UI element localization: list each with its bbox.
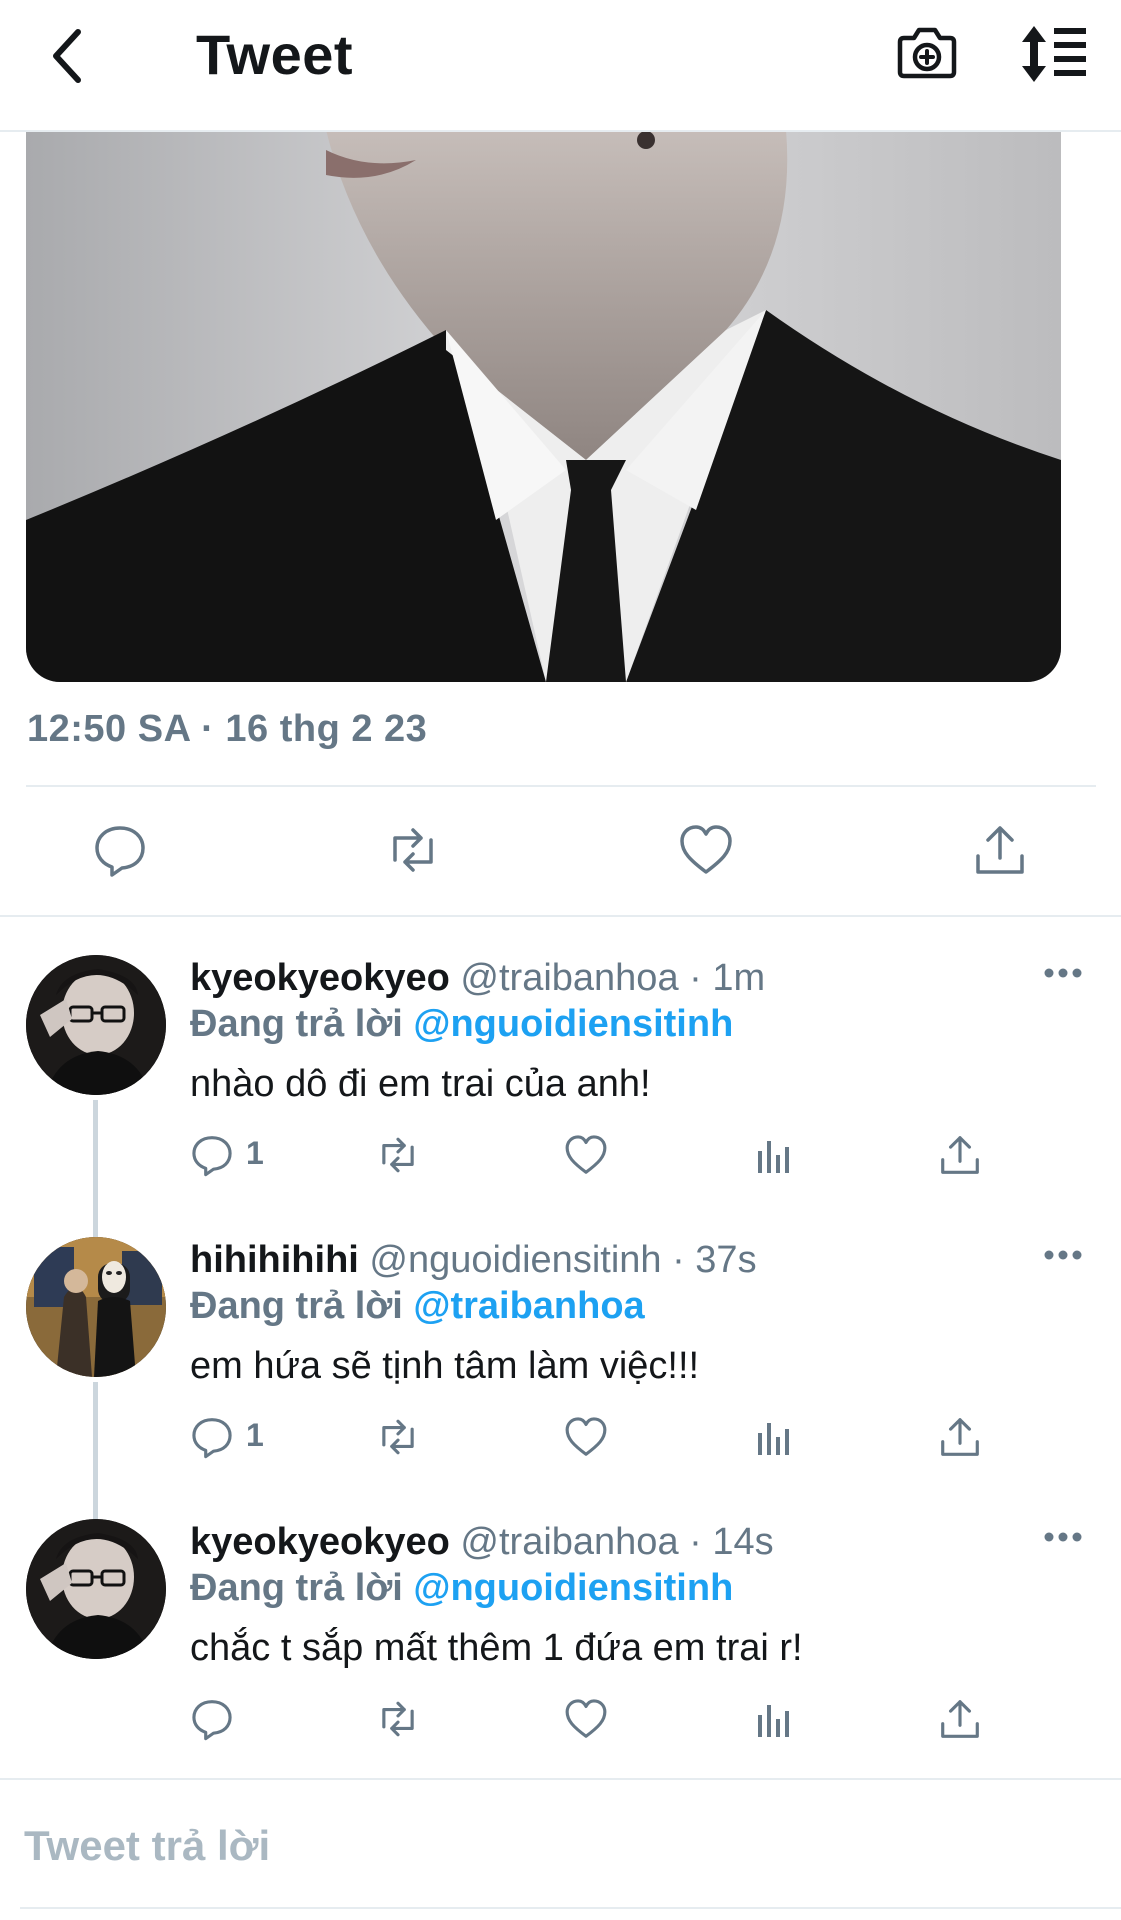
reply-actions [190, 1697, 1010, 1757]
reply-tweet[interactable]: kyeokyeokyeo @traibanhoa · 14s Đang trả … [0, 1509, 1121, 1791]
reply-icon[interactable] [190, 1697, 234, 1741]
retweet-icon[interactable] [376, 1697, 420, 1741]
reply-tweet[interactable]: hihihihihi @nguoidiensitinh · 37s Đang t… [0, 1227, 1121, 1509]
page-title: Tweet [196, 23, 354, 86]
tweet-image[interactable] [26, 130, 1061, 682]
reply-icon[interactable] [190, 1133, 234, 1177]
more-options-icon[interactable] [1043, 1249, 1083, 1261]
back-chevron-icon[interactable] [38, 24, 102, 88]
share-icon[interactable] [972, 822, 1028, 878]
like-icon[interactable] [564, 1415, 608, 1459]
reply-icon[interactable] [92, 822, 148, 878]
sort-icon[interactable] [1020, 22, 1090, 86]
divider [20, 1907, 1121, 1909]
reply-actions: 1 [190, 1415, 1010, 1475]
top-bar: Tweet [0, 0, 1121, 132]
replying-to-prefix: Đang trả lời [190, 1003, 414, 1045]
mention-link[interactable]: @nguoidiensitinh [413, 1003, 733, 1045]
reply-text: chắc t sắp mất thêm 1 đứa em trai r! [190, 1627, 803, 1669]
replying-to: Đang trả lời @nguoidiensitinh [190, 1567, 733, 1610]
divider [0, 915, 1121, 917]
mention-link[interactable]: @nguoidiensitinh [413, 1567, 733, 1609]
share-icon[interactable] [938, 1415, 982, 1459]
camera-add-icon[interactable] [896, 20, 958, 84]
retweet-icon[interactable] [385, 822, 441, 878]
avatar[interactable] [26, 1519, 166, 1659]
tweet-actions [0, 800, 1121, 900]
author-name[interactable]: kyeokyeokyeo [190, 957, 450, 999]
compose-reply-input[interactable]: Tweet trả lời [24, 1822, 270, 1870]
reply-text: nhào dô đi em trai của anh! [190, 1063, 651, 1105]
author-handle: @traibanhoa · 1m [460, 957, 766, 999]
replying-to: Đang trả lời @nguoidiensitinh [190, 1003, 733, 1046]
avatar[interactable] [26, 1237, 166, 1377]
author-handle: @traibanhoa · 14s [460, 1521, 774, 1563]
author-name[interactable]: hihihihihi [190, 1239, 359, 1281]
analytics-icon[interactable] [752, 1133, 796, 1177]
divider [0, 1778, 1121, 1780]
more-options-icon[interactable] [1043, 967, 1083, 979]
analytics-icon[interactable] [752, 1415, 796, 1459]
retweet-icon[interactable] [376, 1133, 420, 1177]
reply-count: 1 [246, 1417, 264, 1453]
avatar[interactable] [26, 955, 166, 1095]
reply-tweet[interactable]: kyeokyeokyeo @traibanhoa · 1m Đang trả l… [0, 945, 1121, 1227]
divider [26, 785, 1096, 787]
share-icon[interactable] [938, 1133, 982, 1177]
like-icon[interactable] [678, 822, 734, 878]
like-icon[interactable] [564, 1697, 608, 1741]
replying-to-prefix: Đang trả lời [190, 1285, 414, 1327]
reply-icon[interactable] [190, 1415, 234, 1459]
mention-link[interactable]: @traibanhoa [413, 1285, 644, 1327]
replying-to: Đang trả lời @traibanhoa [190, 1285, 645, 1328]
replying-to-prefix: Đang trả lời [190, 1567, 414, 1609]
more-options-icon[interactable] [1043, 1531, 1083, 1543]
share-icon[interactable] [938, 1697, 982, 1741]
author-name[interactable]: kyeokyeokyeo [190, 1521, 450, 1563]
reply-text: em hứa sẽ tịnh tâm làm việc!!! [190, 1345, 700, 1387]
reply-count: 1 [246, 1135, 264, 1171]
reply-actions: 1 [190, 1133, 1010, 1193]
retweet-icon[interactable] [376, 1415, 420, 1459]
like-icon[interactable] [564, 1133, 608, 1177]
analytics-icon[interactable] [752, 1697, 796, 1741]
tweet-timestamp: 12:50 SA · 16 thg 2 23 [27, 708, 428, 750]
author-handle: @nguoidiensitinh · 37s [369, 1239, 757, 1281]
